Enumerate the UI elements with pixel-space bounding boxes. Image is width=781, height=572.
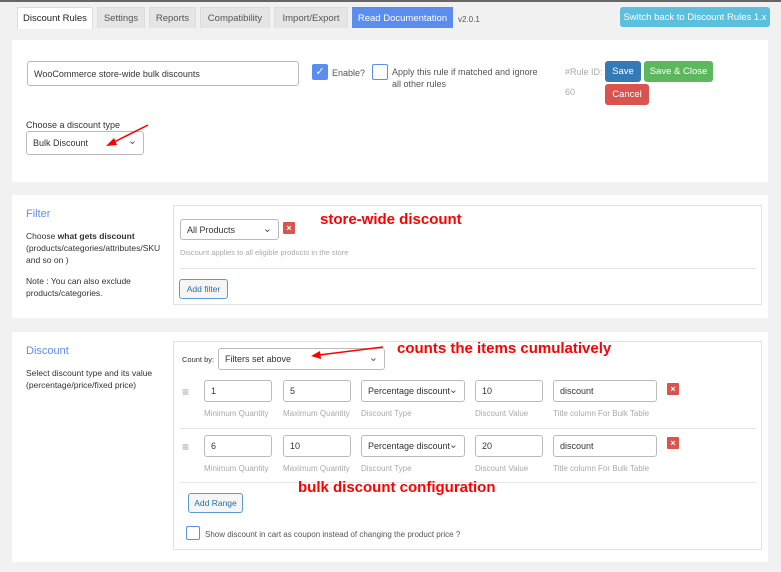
discount-value-label: Discount Value (475, 409, 529, 418)
apply-exclusive-label: Apply this rule if matched and ignore al… (392, 67, 538, 89)
filter-note: Note : You can also exclude products/cat… (26, 276, 131, 298)
discount-type-select[interactable]: Percentage discount (361, 435, 465, 457)
bulk-title-label: Title column For Bulk Table (553, 464, 650, 473)
remove-filter-button[interactable]: × (283, 222, 295, 234)
cancel-button[interactable]: Cancel (605, 84, 649, 105)
rule-id-value: 60 (565, 87, 576, 97)
tab-import-export[interactable]: Import/Export (274, 7, 348, 28)
coupon-checkbox[interactable] (186, 526, 200, 540)
bulk-title-label: Title column For Bulk Table (553, 409, 650, 418)
annotation-arrow-icon (106, 124, 149, 146)
min-quantity-label: Minimum Quantity (204, 464, 269, 473)
min-quantity-input[interactable]: 1 (204, 380, 272, 402)
filter-help-text: Discount applies to all eligible product… (180, 248, 349, 257)
divider (180, 428, 756, 429)
discount-description: Select discount type and its value (perc… (26, 368, 153, 390)
top-bar (0, 0, 781, 2)
discount-type-value: Percentage discount (368, 441, 451, 451)
discount-type-label: Discount Type (361, 464, 412, 473)
save-button[interactable]: Save (605, 61, 641, 82)
annotation-store-wide: store-wide discount (320, 211, 462, 228)
max-quantity-input[interactable]: 10 (283, 435, 351, 457)
filter-type-value: All Products (187, 224, 236, 235)
min-quantity-input[interactable]: 6 (204, 435, 272, 457)
drag-handle-icon[interactable]: ≡ (182, 385, 189, 399)
bulk-title-input[interactable]: discount (553, 435, 657, 457)
rule-name-input[interactable]: WooCommerce store-wide bulk discounts (27, 61, 299, 86)
drag-handle-icon[interactable]: ≡ (182, 440, 189, 454)
read-documentation-button[interactable]: Read Documentation (352, 7, 453, 28)
discount-title: Discount (26, 345, 69, 357)
max-quantity-label: Maximum Quantity (283, 464, 350, 473)
switch-back-button[interactable]: Switch back to Discount Rules 1.x (620, 7, 770, 27)
remove-range-button[interactable]: × (667, 383, 679, 395)
enable-checkbox[interactable]: ✓ (312, 64, 328, 80)
discount-value-input[interactable]: 20 (475, 435, 543, 457)
divider (180, 268, 756, 269)
discount-value-input[interactable]: 10 (475, 380, 543, 402)
annotation-count: counts the items cumulatively (397, 340, 612, 357)
max-quantity-label: Maximum Quantity (283, 409, 350, 418)
max-quantity-input[interactable]: 5 (283, 380, 351, 402)
add-range-button[interactable]: Add Range (188, 493, 243, 513)
count-by-label: Count by: (182, 355, 215, 364)
discount-value-label: Discount Value (475, 464, 529, 473)
tab-compatibility[interactable]: Compatibility (200, 7, 270, 28)
annotation-bulk: bulk discount configuration (298, 479, 496, 496)
tab-reports[interactable]: Reports (149, 7, 196, 28)
discount-type-label: Discount Type (361, 409, 412, 418)
save-close-button[interactable]: Save & Close (644, 61, 713, 82)
version-label: v2.0.1 (458, 15, 480, 24)
bulk-title-input[interactable]: discount (553, 380, 657, 402)
annotation-arrow-icon (311, 346, 384, 359)
enable-label: Enable? (332, 68, 366, 78)
coupon-label: Show discount in cart as coupon instead … (205, 530, 461, 539)
tab-settings[interactable]: Settings (97, 7, 145, 28)
rule-id-label: #Rule ID: (565, 67, 603, 77)
apply-exclusive-checkbox[interactable] (372, 64, 388, 80)
discount-type-select[interactable]: Percentage discount (361, 380, 465, 402)
discount-type-value: Percentage discount (368, 386, 451, 396)
tab-discount-rules[interactable]: Discount Rules (17, 7, 93, 29)
remove-range-button[interactable]: × (667, 437, 679, 449)
add-filter-button[interactable]: Add filter (179, 279, 228, 299)
discount-type-value: Bulk Discount (33, 138, 89, 148)
filter-title: Filter (26, 208, 51, 220)
filter-description: Choose what gets discount (products/cate… (26, 231, 161, 265)
count-by-value: Filters set above (225, 354, 292, 364)
filter-type-select[interactable]: All Products (180, 219, 279, 240)
min-quantity-label: Minimum Quantity (204, 409, 269, 418)
